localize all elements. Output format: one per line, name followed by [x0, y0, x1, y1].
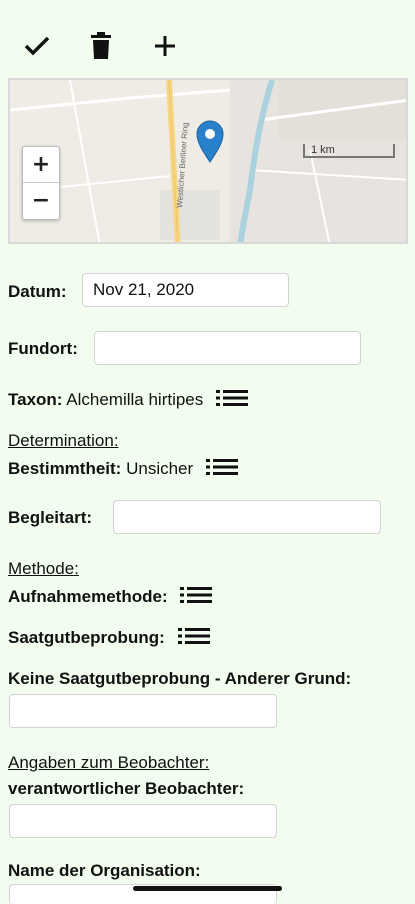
- begleitart-label: Begleitart:: [8, 508, 93, 527]
- bestimmtheit-label: Bestimmtheit:: [8, 458, 122, 478]
- datum-label: Datum:: [8, 282, 67, 301]
- taxon-value: Alchemilla hirtipes: [66, 389, 204, 409]
- home-indicator: [133, 886, 282, 891]
- map-tiles: Westlicher Berliner Ring: [10, 80, 406, 242]
- taxon-row: Taxon: Alchemilla hirtipes: [8, 389, 248, 412]
- bestimmtheit-row: Bestimmtheit: Unsicher: [8, 458, 238, 481]
- zoom-out-button[interactable]: −: [23, 183, 59, 218]
- trash-icon[interactable]: [86, 28, 116, 64]
- check-icon[interactable]: [22, 28, 52, 64]
- plus-icon[interactable]: [150, 28, 180, 64]
- beobachter-header: Angaben zum Beobachter:: [8, 753, 210, 772]
- begleitart-input[interactable]: [113, 500, 381, 534]
- organisation-label: Name der Organisation:: [8, 861, 201, 880]
- aufnahmemethode-label: Aufnahmemethode:: [8, 586, 168, 606]
- map-view[interactable]: Westlicher Berliner Ring + − 1 km: [8, 78, 408, 244]
- verantwortlicher-label: verantwortlicher Beobachter:: [8, 779, 245, 798]
- fundort-input[interactable]: [94, 331, 361, 365]
- saatgut-label: Saatgutbeprobung:: [8, 627, 165, 647]
- keine-saatgut-input[interactable]: [9, 694, 277, 728]
- aufnahmemethode-list-icon[interactable]: [180, 586, 213, 609]
- map-scale: 1 km: [303, 144, 395, 158]
- verantwortlicher-input[interactable]: [9, 804, 277, 838]
- datum-field[interactable]: Nov 21, 2020: [82, 273, 289, 307]
- zoom-in-button[interactable]: +: [23, 147, 59, 183]
- toolbar: [22, 28, 180, 64]
- bestimmtheit-list-icon[interactable]: [205, 458, 238, 481]
- aufnahmemethode-row: Aufnahmemethode:: [8, 586, 213, 609]
- taxon-list-icon[interactable]: [216, 389, 248, 412]
- saatgut-row: Saatgutbeprobung:: [8, 627, 210, 650]
- saatgut-list-icon[interactable]: [177, 627, 210, 650]
- zoom-control: + −: [22, 146, 60, 220]
- methode-header: Methode:: [8, 559, 79, 578]
- bestimmtheit-value: Unsicher: [126, 458, 194, 478]
- taxon-label: Taxon:: [8, 389, 63, 409]
- fundort-label: Fundort:: [8, 339, 78, 358]
- determination-header: Determination:: [8, 431, 119, 450]
- keine-saatgut-label: Keine Saatgutbeprobung - Anderer Grund:: [8, 669, 352, 688]
